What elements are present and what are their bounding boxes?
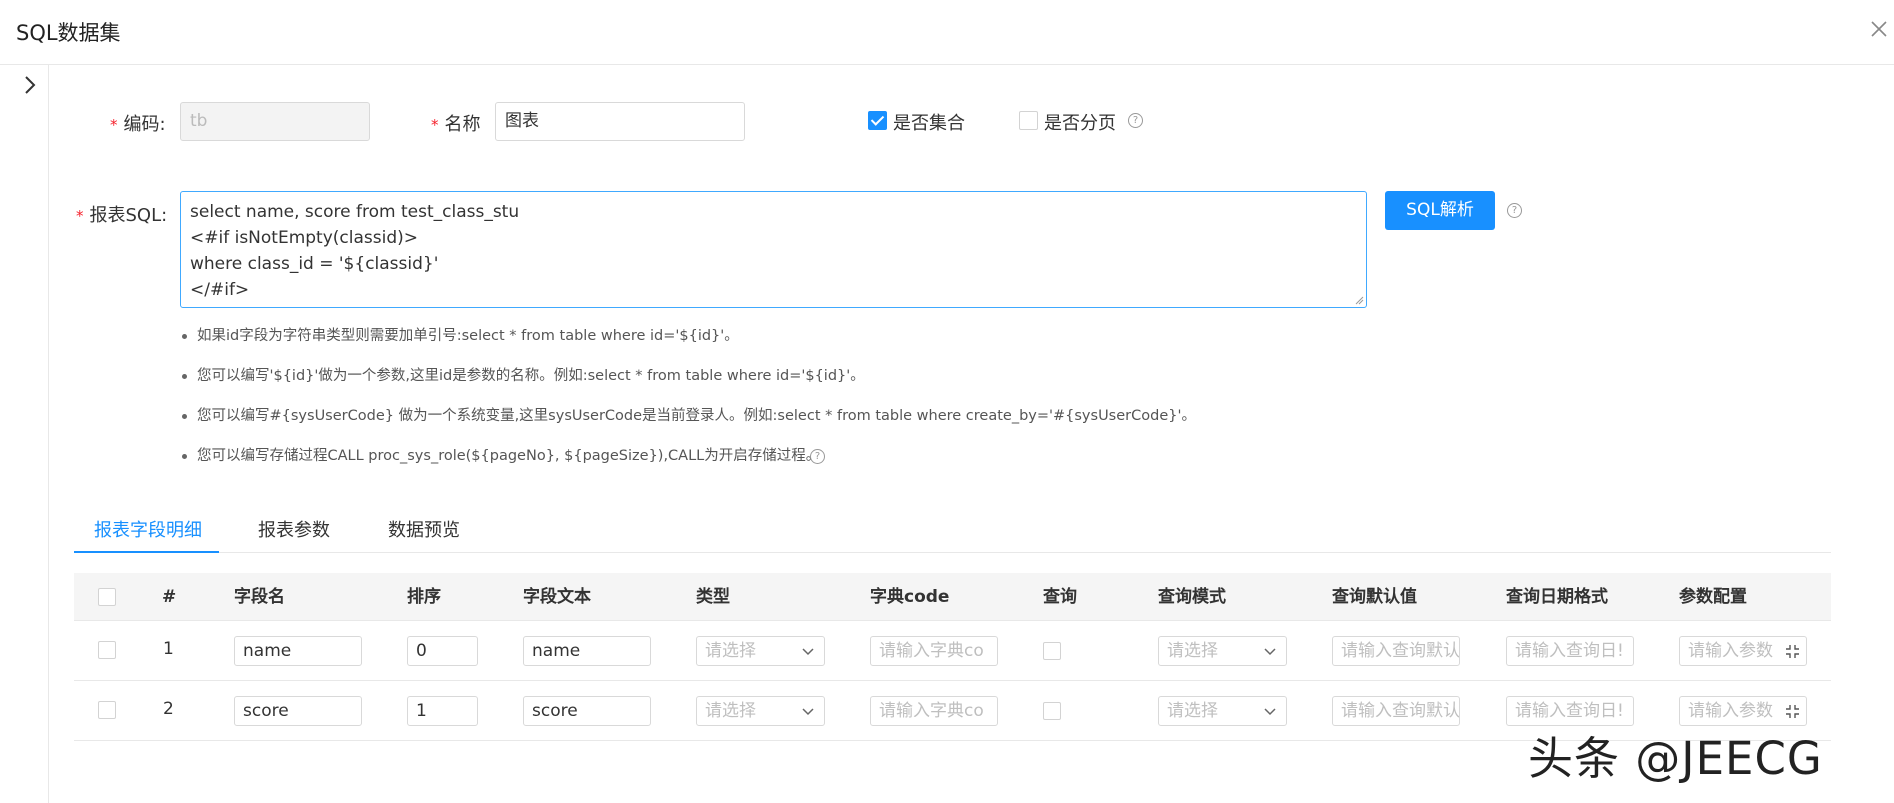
help-icon[interactable]: ?	[1128, 113, 1143, 128]
sql-line: where class_id = '${classid}'	[190, 254, 439, 274]
th-query-mode: 查询模式	[1158, 587, 1226, 607]
is-paged-label: 是否分页	[1044, 113, 1116, 134]
th-index: #	[162, 587, 177, 607]
type-select[interactable]: 请选择	[696, 636, 825, 666]
row-index: 1	[163, 639, 174, 659]
th-query-default: 查询默认值	[1332, 587, 1417, 607]
name-label-text: 名称	[444, 114, 481, 135]
code-label: * 编码:	[110, 110, 166, 136]
dict-code-input[interactable]: 请输入字典co	[870, 636, 998, 666]
dict-code-input[interactable]: 请输入字典co	[870, 696, 998, 726]
code-label-text: 编码:	[123, 114, 166, 135]
th-date-format: 查询日期格式	[1506, 587, 1608, 607]
tab-bar: 报表字段明细 报表参数 数据预览	[74, 512, 1831, 553]
query-default-input[interactable]: 请输入查询默认	[1332, 696, 1460, 726]
required-mark: *	[431, 116, 439, 134]
table-row: 1 name 0 name 请选择 请输入字典co 请选择 请输入查询默认 请输…	[74, 621, 1831, 681]
query-mode-placeholder: 请选择	[1167, 701, 1218, 721]
chevron-right-icon[interactable]	[20, 75, 40, 95]
sql-tips-list: 如果id字段为字符串类型则需要加单引号:select * from table …	[180, 318, 1196, 478]
query-mode-placeholder: 请选择	[1167, 641, 1218, 661]
tab-report-params[interactable]: 报表参数	[258, 512, 330, 553]
field-name-input[interactable]: score	[234, 696, 362, 726]
sql-line: <#if isNotEmpty(classid)>	[190, 228, 419, 248]
th-dict-code: 字典code	[870, 587, 950, 607]
close-icon[interactable]	[1864, 14, 1894, 44]
row-index: 2	[163, 699, 174, 719]
expand-icon[interactable]	[1785, 704, 1800, 719]
th-field-name: 字段名	[234, 587, 285, 607]
tab-field-details[interactable]: 报表字段明细	[94, 512, 202, 553]
sql-line: select name, score from test_class_stu	[190, 202, 520, 222]
sql-line: </#if>	[190, 280, 250, 300]
help-icon[interactable]: ?	[1507, 203, 1522, 218]
sql-textarea[interactable]: select name, score from test_class_stu <…	[180, 191, 1367, 308]
tip-text: 您可以编写存储过程CALL proc_sys_role(${pageNo}, $…	[197, 448, 821, 464]
order-input[interactable]: 0	[407, 636, 478, 666]
field-text-input[interactable]: score	[523, 696, 651, 726]
param-config-placeholder: 请输入参数	[1688, 641, 1773, 661]
type-select-placeholder: 请选择	[705, 701, 756, 721]
code-input[interactable]: tb	[180, 102, 370, 141]
tab-active-indicator	[74, 551, 219, 553]
side-collapse-bar	[0, 65, 49, 803]
type-select[interactable]: 请选择	[696, 696, 825, 726]
row-checkbox[interactable]	[98, 641, 116, 659]
type-select-placeholder: 请选择	[705, 641, 756, 661]
tip-item: 如果id字段为字符串类型则需要加单引号:select * from table …	[180, 318, 1196, 358]
sql-label: * 报表SQL:	[76, 201, 167, 227]
order-input[interactable]: 1	[407, 696, 478, 726]
help-icon[interactable]: ?	[810, 449, 825, 464]
th-param-config: 参数配置	[1679, 587, 1747, 607]
date-format-input[interactable]: 请输入查询日!	[1506, 636, 1634, 666]
chevron-down-icon	[802, 708, 814, 716]
is-collection-checkbox[interactable]	[868, 111, 887, 130]
required-mark: *	[110, 116, 118, 134]
expand-icon[interactable]	[1785, 644, 1800, 659]
resize-handle-icon[interactable]	[1354, 295, 1364, 305]
th-query: 查询	[1043, 587, 1077, 607]
watermark: 头条 @JEECG	[1528, 732, 1823, 785]
field-text-input[interactable]: name	[523, 636, 651, 666]
table-header: # 字段名 排序 字段文本 类型 字典code 查询 查询模式 查询默认值 查询…	[74, 573, 1831, 621]
chevron-down-icon	[1264, 708, 1276, 716]
field-name-input[interactable]: name	[234, 636, 362, 666]
th-type: 类型	[696, 587, 730, 607]
param-config-input[interactable]: 请输入参数	[1679, 636, 1807, 666]
chevron-down-icon	[802, 648, 814, 656]
name-input[interactable]: 图表	[495, 102, 745, 141]
th-order: 排序	[407, 587, 441, 607]
sql-label-text: 报表SQL:	[89, 205, 168, 226]
tab-data-preview[interactable]: 数据预览	[388, 512, 460, 553]
tip-item: 您可以编写'${id}'做为一个参数,这里id是参数的名称。例如:select …	[180, 358, 1196, 398]
name-label: * 名称	[431, 110, 481, 136]
row-checkbox[interactable]	[98, 701, 116, 719]
query-checkbox[interactable]	[1043, 642, 1061, 660]
param-config-placeholder: 请输入参数	[1688, 701, 1773, 721]
modal-title: SQL数据集	[16, 21, 121, 45]
modal-header: SQL数据集	[0, 0, 1894, 65]
query-default-input[interactable]: 请输入查询默认	[1332, 636, 1460, 666]
is-paged-checkbox[interactable]	[1019, 111, 1038, 130]
sql-parse-button[interactable]: SQL解析	[1385, 191, 1495, 230]
tip-item: 您可以编写存储过程CALL proc_sys_role(${pageNo}, $…	[180, 438, 1196, 478]
required-mark: *	[76, 207, 84, 225]
select-all-checkbox[interactable]	[98, 588, 116, 606]
chevron-down-icon	[1264, 648, 1276, 656]
is-collection-label: 是否集合	[893, 113, 965, 134]
query-mode-select[interactable]: 请选择	[1158, 636, 1287, 666]
th-field-text: 字段文本	[523, 587, 591, 607]
query-mode-select[interactable]: 请选择	[1158, 696, 1287, 726]
tip-item: 您可以编写#{sysUserCode} 做为一个系统变量,这里sysUserCo…	[180, 398, 1196, 438]
query-checkbox[interactable]	[1043, 702, 1061, 720]
